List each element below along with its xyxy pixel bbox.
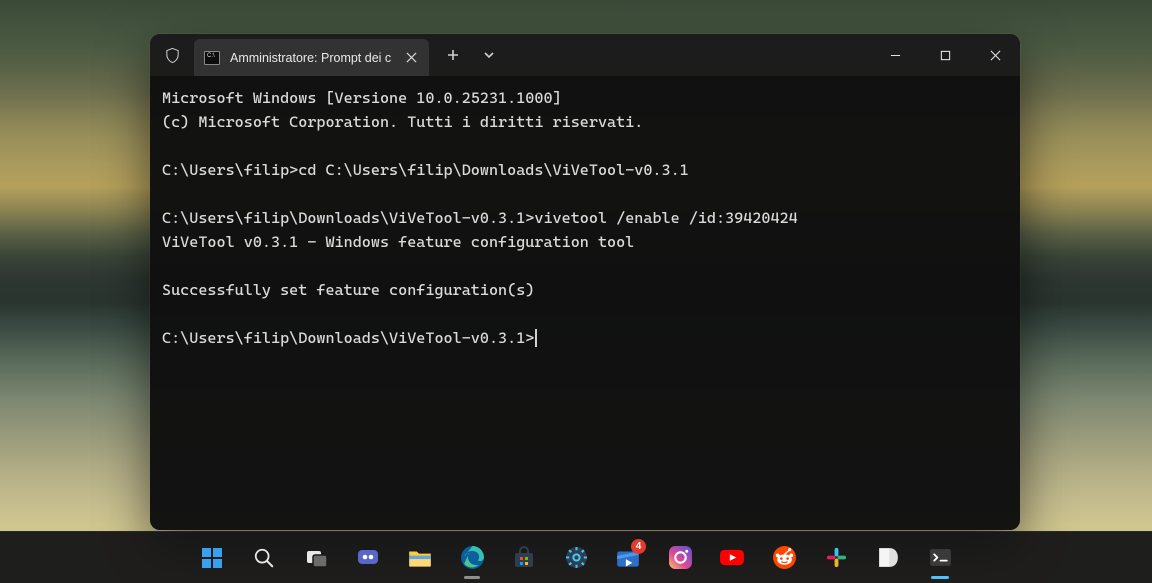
edge-button[interactable] bbox=[450, 536, 494, 580]
youtube-icon bbox=[719, 545, 745, 571]
reddit-icon bbox=[771, 545, 797, 571]
settings-button[interactable] bbox=[554, 536, 598, 580]
chat-button[interactable] bbox=[346, 536, 390, 580]
search-button[interactable] bbox=[242, 536, 286, 580]
movies-tv-button[interactable]: 4 bbox=[606, 536, 650, 580]
cmd-2: vivetool /enable /id:39420424 bbox=[534, 209, 797, 227]
titlebar[interactable]: C:\ Amministratore: Prompt dei c bbox=[150, 34, 1020, 76]
out-success: Successfully set feature configuration(s… bbox=[162, 281, 534, 299]
cmd-icon: C:\ bbox=[204, 51, 220, 65]
notification-badge: 4 bbox=[631, 539, 646, 554]
minimize-button[interactable] bbox=[870, 34, 920, 76]
task-view-button[interactable] bbox=[294, 536, 338, 580]
line-version: Microsoft Windows [Versione 10.0.25231.1… bbox=[162, 89, 562, 107]
prompt-3: C:\Users\filip\Downloads\ViVeTool-v0.3.1… bbox=[162, 329, 534, 347]
devhome-icon bbox=[875, 545, 901, 571]
file-explorer-button[interactable] bbox=[398, 536, 442, 580]
admin-shield-icon bbox=[150, 34, 194, 76]
new-tab-button[interactable] bbox=[435, 34, 471, 76]
settings-icon bbox=[563, 545, 589, 571]
cmd-1: cd C:\Users\filip\Downloads\ViVeTool-v0.… bbox=[298, 161, 689, 179]
slack-icon bbox=[823, 545, 849, 571]
tab-close-button[interactable] bbox=[401, 48, 421, 68]
reddit-button[interactable] bbox=[762, 536, 806, 580]
terminal-output[interactable]: Microsoft Windows [Versione 10.0.25231.1… bbox=[150, 76, 1020, 530]
prompt-2: C:\Users\filip\Downloads\ViVeTool-v0.3.1… bbox=[162, 209, 534, 227]
taskbar: 4 bbox=[0, 531, 1152, 583]
maximize-button[interactable] bbox=[920, 34, 970, 76]
youtube-button[interactable] bbox=[710, 536, 754, 580]
terminal-window: C:\ Amministratore: Prompt dei c Microso… bbox=[150, 34, 1020, 530]
terminal-button[interactable] bbox=[918, 536, 962, 580]
instagram-icon bbox=[667, 545, 693, 571]
line-copyright: (c) Microsoft Corporation. Tutti i dirit… bbox=[162, 113, 643, 131]
close-button[interactable] bbox=[970, 34, 1020, 76]
prompt-1: C:\Users\filip> bbox=[162, 161, 298, 179]
instagram-button[interactable] bbox=[658, 536, 702, 580]
out-tool: ViVeTool v0.3.1 - Windows feature config… bbox=[162, 233, 634, 251]
devhome-button[interactable] bbox=[866, 536, 910, 580]
task-view-icon bbox=[303, 545, 329, 571]
store-icon bbox=[511, 545, 537, 571]
search-icon bbox=[251, 545, 277, 571]
cursor bbox=[535, 329, 537, 347]
titlebar-drag-area[interactable] bbox=[507, 34, 870, 76]
teams-chat-icon bbox=[355, 545, 381, 571]
file-explorer-icon bbox=[407, 545, 433, 571]
tab-title: Amministratore: Prompt dei c bbox=[230, 51, 391, 65]
microsoft-store-button[interactable] bbox=[502, 536, 546, 580]
tab-dropdown-button[interactable] bbox=[471, 34, 507, 76]
start-button[interactable] bbox=[190, 536, 234, 580]
tab-cmd[interactable]: C:\ Amministratore: Prompt dei c bbox=[194, 39, 429, 76]
edge-icon bbox=[459, 545, 485, 571]
terminal-icon bbox=[927, 545, 953, 571]
window-controls bbox=[870, 34, 1020, 76]
slack-button[interactable] bbox=[814, 536, 858, 580]
windows-icon bbox=[199, 545, 225, 571]
